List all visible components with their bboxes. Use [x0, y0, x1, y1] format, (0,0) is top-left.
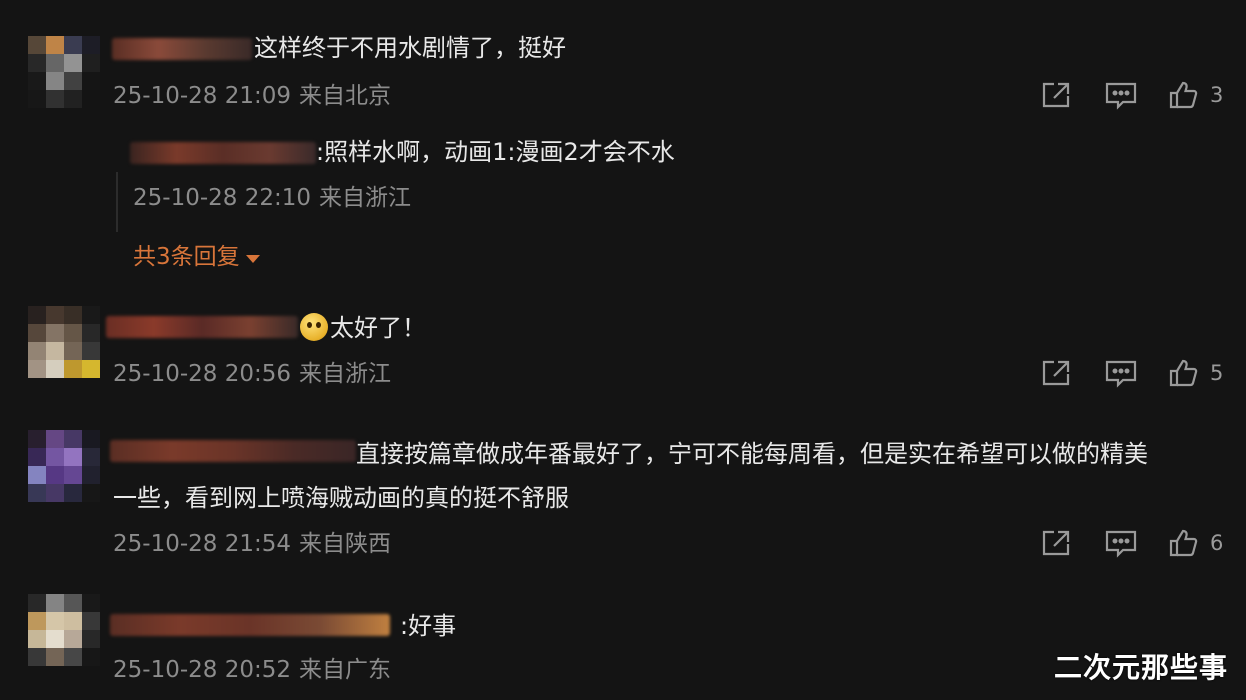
comment-location: 来自广东 [299, 657, 391, 683]
comment-button[interactable] [1104, 80, 1138, 110]
comment-actions: 3 [1040, 80, 1230, 110]
username-blurred[interactable] [110, 614, 390, 636]
comment-text-line1: 直接按篇章做成年番最好了，宁可不能每周看，但是实在希望可以做的精美 [356, 440, 1148, 468]
comment-meta: 25-10-28 20:56 来自浙江 [113, 359, 391, 389]
comment-meta: 25-10-28 21:54 来自陕西 [113, 529, 391, 559]
comment-icon [1105, 530, 1137, 558]
comment-actions: 6 [1040, 528, 1230, 558]
avatar[interactable] [28, 430, 100, 502]
comment-text-content: 太好了！ [330, 314, 426, 342]
comment-location: 来自陕西 [299, 531, 391, 557]
username-blurred[interactable] [106, 316, 298, 338]
comment-date: 25-10-28 21:54 [113, 531, 291, 557]
comment-location: 来自浙江 [299, 361, 391, 387]
reply-username-blurred[interactable] [130, 142, 316, 164]
share-button[interactable] [1040, 80, 1072, 110]
like-button[interactable]: 6 [1168, 528, 1223, 558]
comment-text: :好事 [400, 612, 457, 640]
username-blurred[interactable] [110, 440, 356, 462]
comment-date: 25-10-28 20:56 [113, 361, 291, 387]
comment-icon [1105, 82, 1137, 110]
watermark: 二次元那些事 [1053, 651, 1228, 684]
reply-location: 来自浙江 [319, 185, 411, 211]
share-button[interactable] [1040, 358, 1072, 388]
comment-meta: 25-10-28 21:09 来自北京 [113, 81, 391, 111]
avatar[interactable] [28, 36, 100, 108]
comment-text-line2: 一些，看到网上喷海贼动画的真的挺不舒服 [113, 484, 569, 512]
comment-button[interactable] [1104, 358, 1138, 388]
avatar[interactable] [28, 306, 100, 378]
reply-text: :照样水啊，动画1:漫画2才会不水 [316, 138, 675, 166]
more-replies-link[interactable]: 共3条回复 [133, 242, 260, 272]
expand-triangle-icon [245, 254, 260, 263]
comment-location: 来自北京 [299, 83, 391, 109]
comment-button[interactable] [1104, 528, 1138, 558]
avatar[interactable] [28, 594, 100, 666]
more-replies-label: 共3条回复 [133, 244, 240, 270]
comment-icon [1105, 360, 1137, 388]
share-icon [1042, 530, 1070, 556]
comment-text: 太好了！ [300, 312, 426, 344]
like-count: 3 [1210, 83, 1224, 107]
share-icon [1042, 360, 1070, 386]
comment-text: 这样终于不用水剧情了，挺好 [254, 34, 566, 62]
reply-meta: 25-10-28 22:10 来自浙江 [133, 183, 411, 213]
like-icon [1169, 529, 1198, 557]
reply-date: 25-10-28 22:10 [133, 185, 311, 211]
comment-meta: 25-10-28 20:52 来自广东 [113, 655, 391, 685]
comment-date: 25-10-28 20:52 [113, 657, 291, 683]
share-button[interactable] [1040, 528, 1072, 558]
like-count: 5 [1210, 361, 1224, 385]
like-count: 6 [1210, 531, 1224, 555]
share-icon [1042, 82, 1070, 108]
like-icon [1169, 359, 1198, 387]
reply-thread-bar [116, 172, 118, 232]
comment-date: 25-10-28 21:09 [113, 83, 291, 109]
like-button[interactable]: 3 [1168, 80, 1223, 110]
username-blurred[interactable] [112, 38, 252, 60]
smile-emoji-icon [300, 313, 328, 341]
like-button[interactable]: 5 [1168, 358, 1223, 388]
like-icon [1169, 81, 1198, 109]
comment-actions: 5 [1040, 358, 1230, 388]
